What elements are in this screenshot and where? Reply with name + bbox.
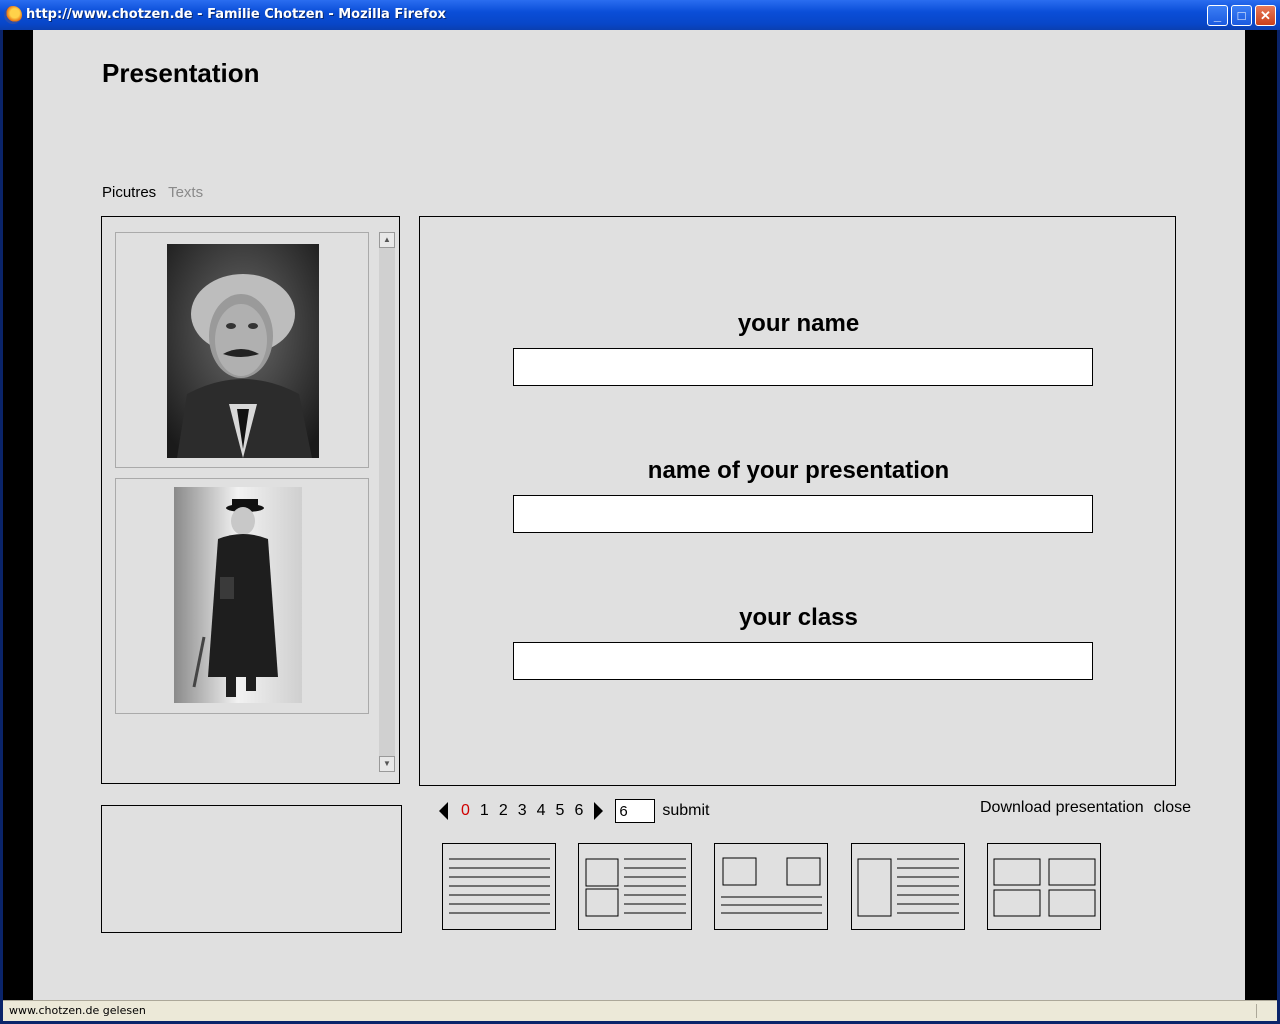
page-link[interactable]: 1 [480, 802, 489, 820]
tab-bar: Picutres Texts [102, 184, 211, 201]
page-content: Presentation Picutres Texts ▲ ▼ your nam… [33, 30, 1245, 1000]
portrait-photo [167, 244, 319, 458]
layout-text-only[interactable] [442, 843, 556, 930]
browser-viewport: Presentation Picutres Texts ▲ ▼ your nam… [3, 30, 1277, 1000]
gallery-thumbnail[interactable] [115, 232, 369, 468]
maximize-button[interactable]: □ [1231, 5, 1252, 26]
page-link[interactable]: 2 [499, 802, 508, 820]
layout-tall-image-left-text-right[interactable] [851, 843, 965, 930]
page-link[interactable]: 0 [461, 802, 470, 820]
previous-page-icon[interactable] [439, 802, 448, 820]
layout-two-images-left-text-right[interactable] [578, 843, 692, 930]
layout-four-images[interactable] [987, 843, 1101, 930]
images-top-text-bottom-layout-icon [721, 857, 822, 914]
your-name-input[interactable] [513, 348, 1093, 386]
picture-gallery: ▲ ▼ [101, 216, 400, 784]
window-title: http://www.chotzen.de - Familie Chotzen … [26, 7, 446, 22]
minimize-button[interactable]: _ [1207, 5, 1228, 26]
download-presentation-link[interactable]: Download presentation [980, 799, 1144, 816]
page-link[interactable]: 3 [518, 802, 527, 820]
scroll-up-arrow-icon[interactable]: ▲ [379, 232, 395, 248]
your-class-label: your class [739, 604, 858, 631]
presentation-name-input[interactable] [513, 495, 1093, 533]
window-titlebar: http://www.chotzen.de - Familie Chotzen … [0, 0, 1280, 30]
scroll-down-arrow-icon[interactable]: ▼ [379, 756, 395, 772]
presentation-actions: Download presentation close [980, 799, 1191, 817]
page-link[interactable]: 6 [574, 802, 583, 820]
next-page-icon[interactable] [594, 802, 604, 820]
page-number-input[interactable] [615, 799, 656, 823]
status-text: www.chotzen.de gelesen [9, 1004, 146, 1017]
tab-texts[interactable]: Texts [168, 184, 203, 201]
submit-button[interactable]: submit [662, 802, 709, 820]
page-navigator: 0 1 2 3 4 5 6 submit [439, 798, 709, 824]
tall-image-text-layout-icon [857, 858, 959, 917]
page-title: Presentation [102, 58, 260, 88]
text-lines-layout-icon [449, 858, 550, 914]
close-window-button[interactable]: ✕ [1255, 5, 1276, 26]
slide-editor: your name name of your presentation your… [419, 216, 1176, 786]
firefox-icon [4, 6, 22, 24]
gallery-thumbnail[interactable] [115, 478, 369, 714]
status-bar: www.chotzen.de gelesen [3, 1000, 1277, 1021]
status-divider [1256, 1004, 1257, 1018]
your-name-label: your name [737, 310, 860, 337]
close-link[interactable]: close [1154, 799, 1191, 816]
tab-pictures[interactable]: Picutres [102, 184, 156, 201]
four-images-layout-icon [993, 858, 1096, 917]
walking-man-photo [174, 487, 302, 703]
gallery-scrollbar[interactable]: ▲ ▼ [379, 232, 395, 772]
layout-two-images-top-text-bottom[interactable] [714, 843, 828, 930]
page-link[interactable]: 5 [556, 802, 565, 820]
preview-box [101, 805, 402, 933]
page-link[interactable]: 4 [537, 802, 546, 820]
presentation-name-label: name of your presentation [647, 457, 950, 484]
your-class-input[interactable] [513, 642, 1093, 680]
images-left-text-right-layout-icon [585, 858, 686, 917]
